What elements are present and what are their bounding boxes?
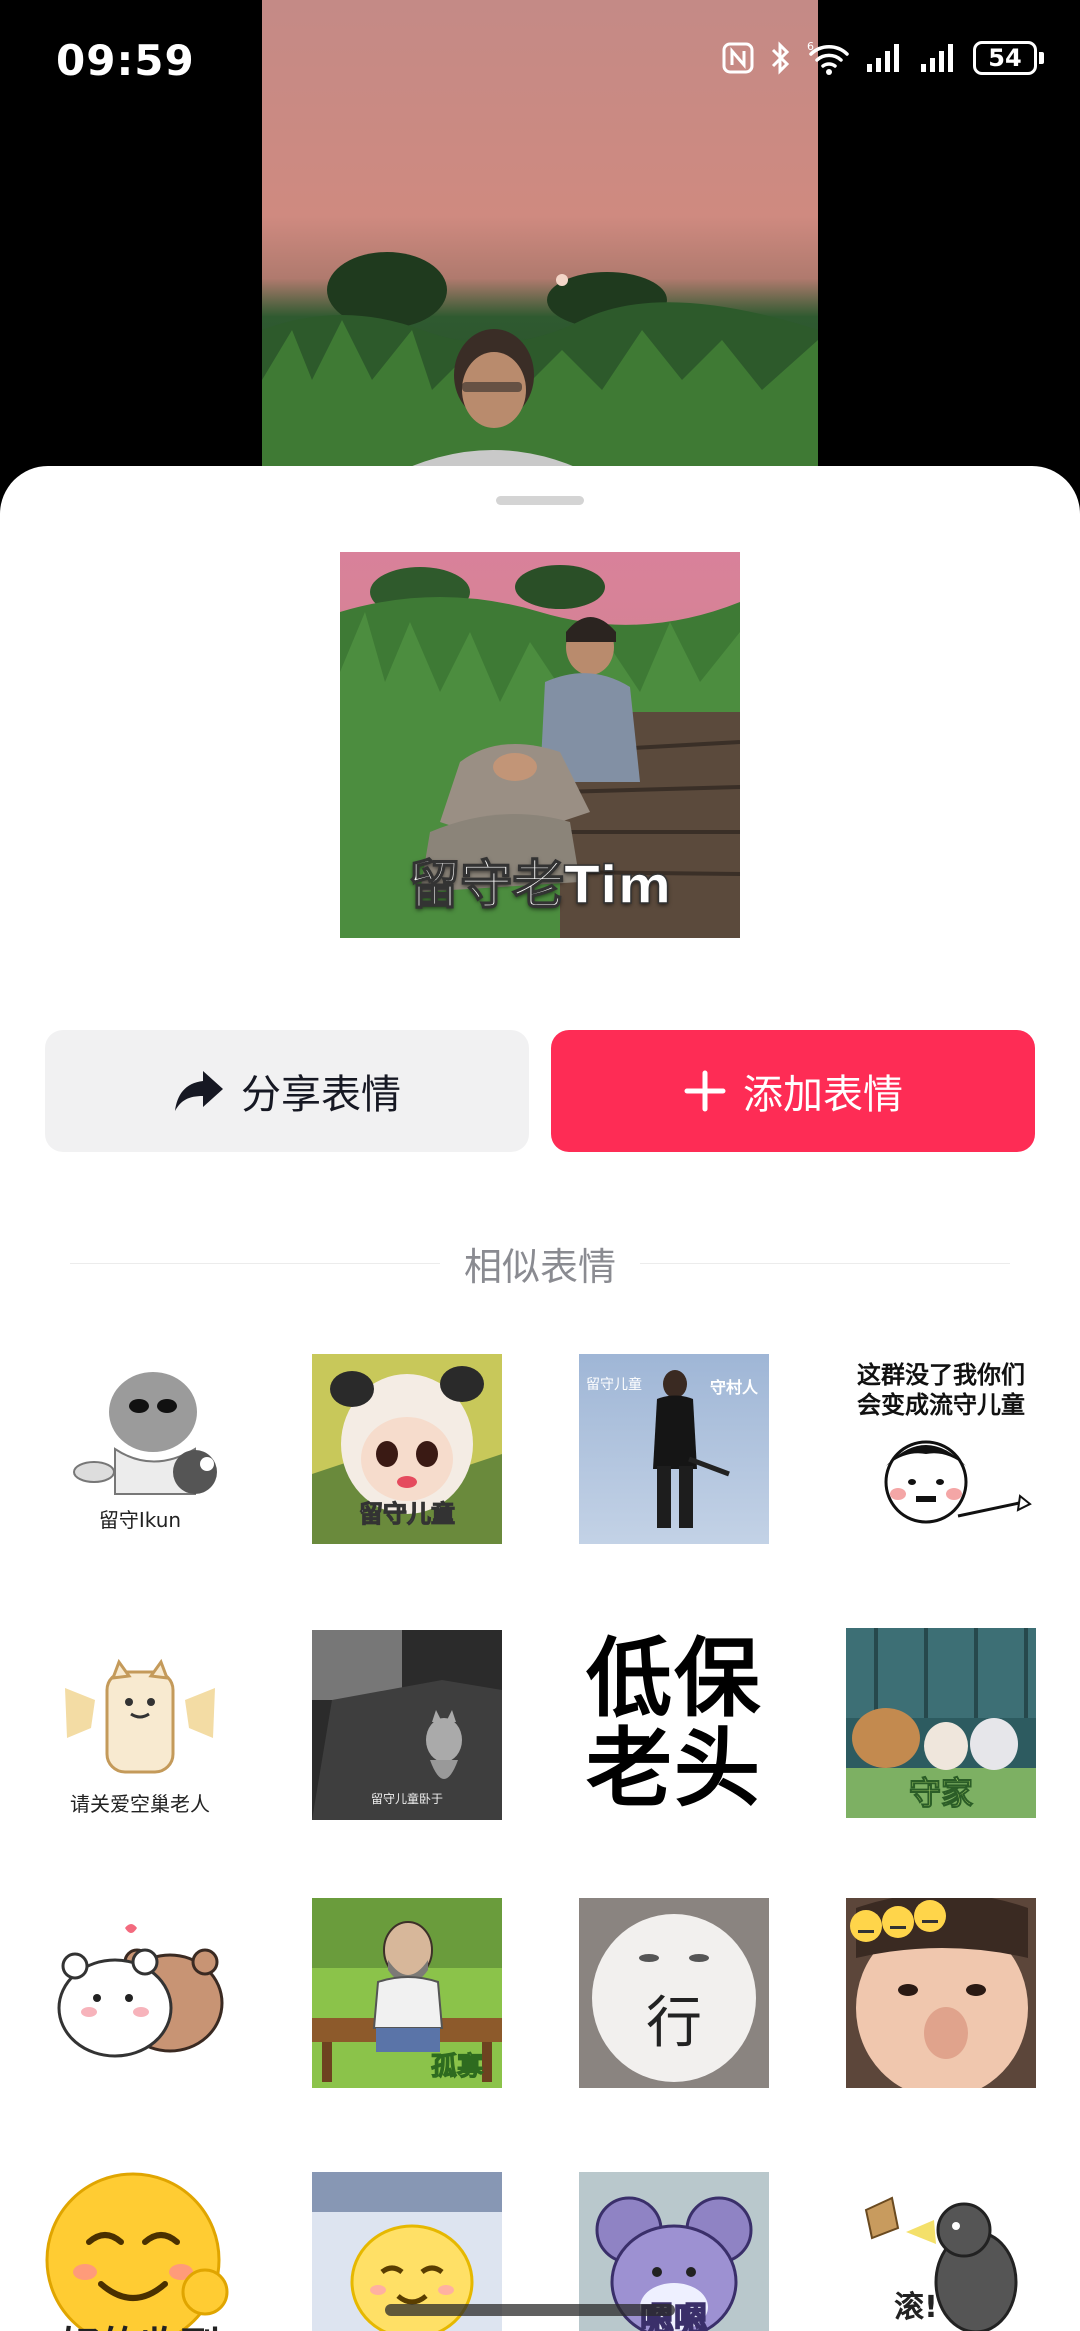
- sheet-drag-handle[interactable]: [496, 496, 584, 505]
- sticker-preview-caption: 留守老Tim: [408, 855, 673, 917]
- sticker-item[interactable]: 这群没了我你们 会变成流守儿童: [846, 1354, 1036, 1544]
- sticker-preview: 留守老Tim: [340, 552, 740, 938]
- sticker-item[interactable]: 守家: [846, 1628, 1036, 1818]
- sticker-item[interactable]: [846, 1898, 1036, 2088]
- divider-right: [640, 1263, 1010, 1264]
- sticker-item[interactable]: 留守Ikun: [45, 1354, 235, 1544]
- share-sticker-button[interactable]: 分享表情: [45, 1030, 529, 1152]
- sticker-caption: 留守儿童卧于: [370, 1792, 443, 1806]
- sticker-item[interactable]: 留守儿童 守村人: [579, 1354, 769, 1544]
- sticker-item[interactable]: 请关爱空巢老人: [45, 1628, 235, 1818]
- sticker-item[interactable]: 低保 老头: [579, 1628, 769, 1818]
- sticker-caption: 低保 老头: [586, 1629, 762, 1818]
- add-sticker-label: 添加表情: [743, 1072, 903, 1118]
- wifi-icon: 6: [807, 40, 849, 75]
- sticker-item[interactable]: 留守儿童卧于: [312, 1630, 502, 1820]
- status-time: 09:59: [56, 36, 195, 85]
- sticker-caption: 请关爱空巢老人: [70, 1792, 210, 1816]
- sticker-image: [846, 1898, 1036, 2088]
- signal-2-icon: [921, 44, 953, 72]
- sticker-item[interactable]: 行: [579, 1898, 769, 2088]
- sticker-caption: 守家: [908, 1774, 973, 1813]
- similar-stickers-header: 相似表情: [0, 1236, 1080, 1291]
- battery-icon: 54: [973, 41, 1037, 75]
- sticker-item[interactable]: 留守儿童: [312, 1354, 502, 1544]
- bluetooth-icon: [771, 41, 790, 75]
- sticker-image: [45, 2172, 229, 2331]
- nfc-icon: [722, 42, 754, 74]
- share-arrow-icon: [175, 1071, 223, 1111]
- plus-icon: [684, 1070, 726, 1112]
- sticker-tag: 守村人: [709, 1378, 758, 1397]
- sticker-image: [884, 1440, 1032, 1524]
- sticker-image: [57, 1924, 224, 2058]
- battery-cap: [1039, 52, 1044, 64]
- sticker-caption: 滚!: [894, 2290, 938, 2325]
- sticker-item[interactable]: 滚!: [846, 2172, 1036, 2331]
- sticker-caption: 行: [646, 1991, 702, 2056]
- status-bar: 09:59 6 54: [0, 0, 1080, 130]
- home-indicator[interactable]: [385, 2304, 675, 2316]
- signal-1-icon: [867, 44, 899, 72]
- sticker-caption: 留守儿童: [359, 1500, 456, 1529]
- sticker-item[interactable]: 好的收到: [45, 2172, 235, 2331]
- sticker-item[interactable]: [45, 1898, 235, 2088]
- sticker-caption: 留守Ikun: [98, 1508, 182, 1532]
- sticker-item[interactable]: 孤寡: [312, 1898, 502, 2088]
- similar-stickers-title: 相似表情: [463, 1245, 616, 1289]
- add-sticker-button[interactable]: 添加表情: [551, 1030, 1035, 1152]
- sticker-sheet: 留守老Tim 分享表情 添加表情 相似表情 留守Ikun 留守儿童 留守儿童 守…: [0, 466, 1080, 2331]
- divider-left: [69, 1263, 440, 1264]
- status-icons: 6 54: [721, 40, 1044, 76]
- sticker-caption: 好的收到: [45, 2314, 235, 2331]
- sticker-caption: 孤寡: [430, 2052, 483, 2083]
- svg-text:6: 6: [807, 40, 814, 53]
- share-sticker-label: 分享表情: [241, 1072, 401, 1118]
